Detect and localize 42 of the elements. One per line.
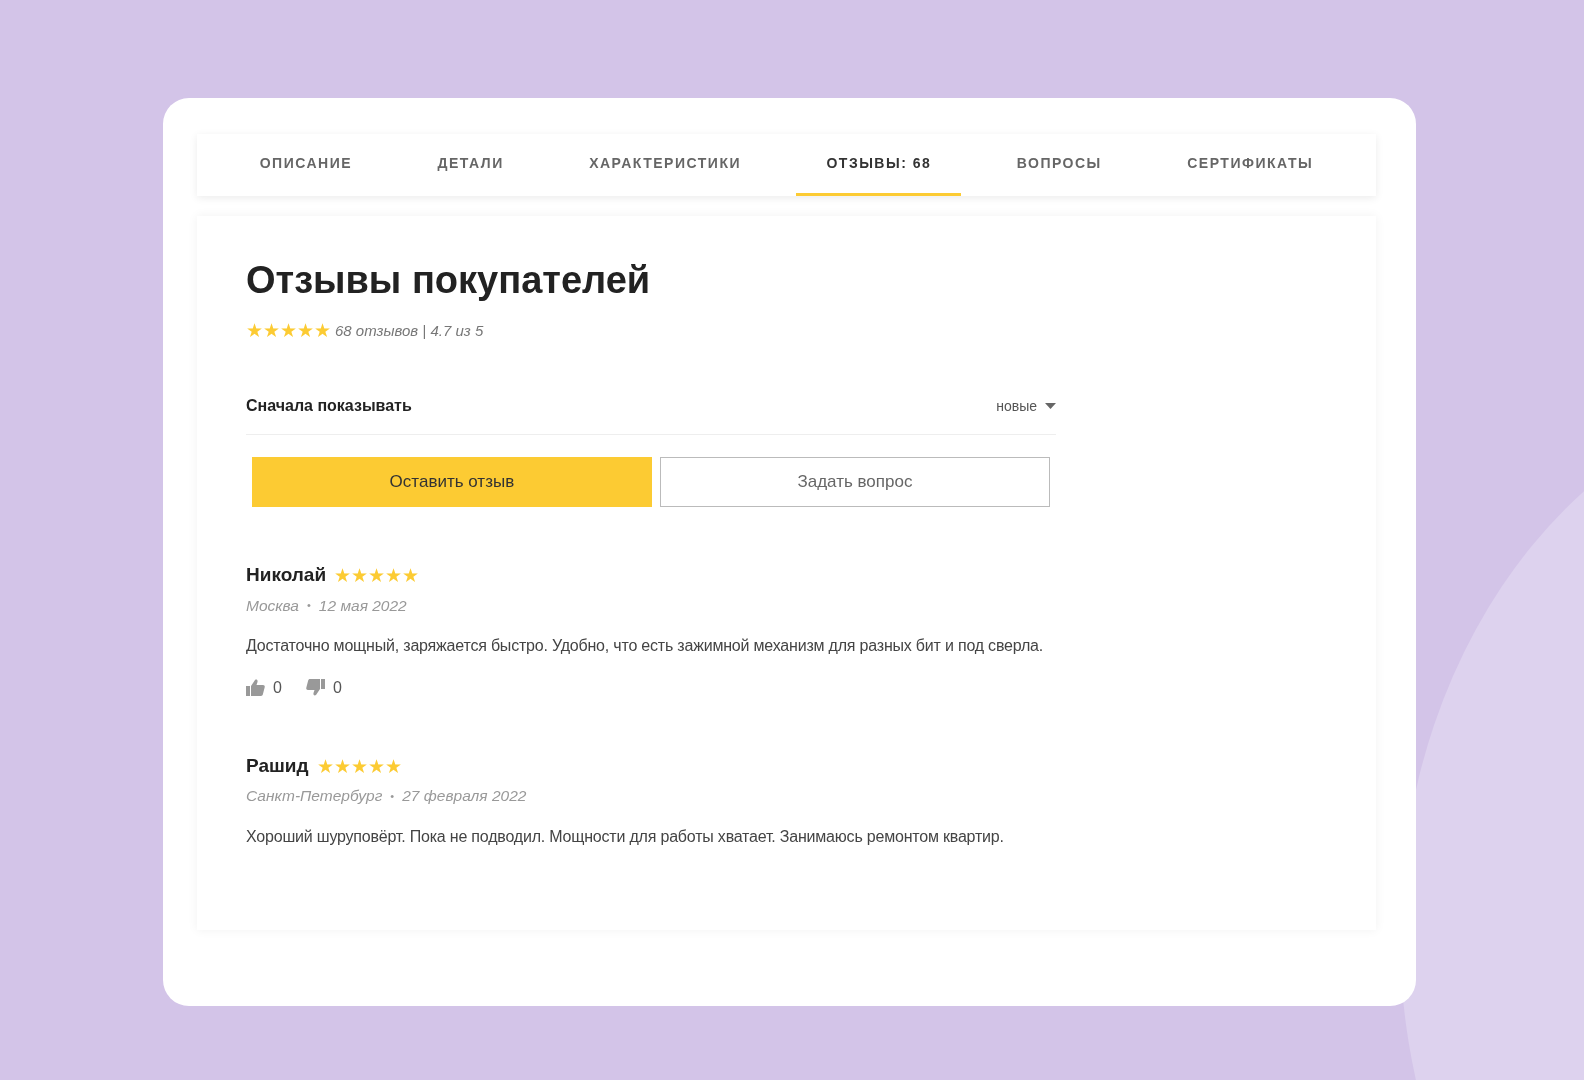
review-text: Хороший шуруповёрт. Пока не подводил. Мощности для работы хватает. Занимаюсь ремонтом квартир. — [246, 826, 1005, 847]
star-icon: ★ — [280, 321, 297, 341]
like-count: 0 — [273, 677, 282, 698]
thumbs-up-icon — [246, 679, 265, 697]
page-heading: Отзывы покупателей — [246, 258, 652, 303]
star-icon: ★ — [297, 321, 314, 341]
separator-dot: • — [390, 788, 395, 804]
star-icon: ★ — [246, 321, 263, 341]
star-icon: ★ — [385, 565, 403, 585]
sort-label: Сначала показывать — [246, 396, 412, 417]
review-date: 27 февраля 2022 — [402, 786, 527, 807]
tab[interactable]: ОПИСАНИЕ — [229, 134, 383, 196]
tab[interactable]: ВОПРОСЫ — [986, 134, 1132, 196]
review-city: Санкт-Петербург — [246, 786, 383, 807]
reviewer-name: Рашид — [246, 753, 309, 778]
ask-question-button[interactable]: Задать вопрос — [659, 457, 1050, 508]
caret-icon — [1045, 403, 1056, 410]
leave-review-button[interactable]: Оставить отзыв — [252, 457, 652, 508]
review-date: 12 мая 2022 — [318, 595, 407, 616]
reviewer-name: Николай — [246, 563, 327, 588]
star-icon: ★ — [263, 321, 280, 341]
star-icon: ★ — [333, 756, 351, 776]
star-icon: ★ — [368, 565, 386, 585]
tab[interactable]: ДЕТАЛИ — [407, 134, 534, 196]
tab[interactable]: ОТЗЫВЫ: 68 — [796, 134, 962, 196]
star-icon: ★ — [402, 565, 420, 585]
star-icon: ★ — [316, 756, 334, 776]
tab[interactable]: ХАРАКТЕРИСТИКИ — [559, 134, 771, 196]
sort-dropdown[interactable]: новые — [996, 395, 1056, 417]
review-text: Достаточно мощный, заряжается быстро. Удобно, что есть зажимной механизм для разных бит и под сверла. — [246, 635, 1044, 656]
review-city: Москва — [246, 595, 299, 616]
rating-summary: 68 отзывов | 4.7 из 5 — [335, 320, 484, 341]
thumbs-down-icon — [305, 679, 325, 697]
star-icon: ★ — [367, 756, 385, 776]
dislike-count: 0 — [332, 677, 342, 698]
tab[interactable]: СЕРТИФИКАТЫ — [1157, 134, 1344, 196]
star-icon: ★ — [350, 756, 368, 776]
star-icon: ★ — [314, 321, 331, 341]
star-icon: ★ — [384, 756, 402, 776]
star-icon: ★ — [334, 565, 352, 585]
separator-dot: • — [307, 597, 311, 613]
star-icon: ★ — [351, 565, 369, 585]
